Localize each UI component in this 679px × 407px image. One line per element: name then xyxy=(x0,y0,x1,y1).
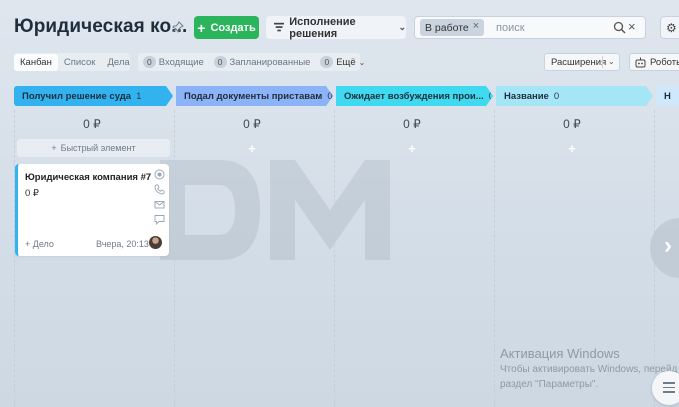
chevron-right-icon: › xyxy=(664,232,672,259)
deal-timestamp: Вчера, 20:13 xyxy=(96,239,149,249)
phone-icon[interactable] xyxy=(154,184,165,195)
stage-title: Н xyxy=(664,90,671,102)
counter-label: Ещё xyxy=(336,56,356,68)
gear-icon: ⚙ xyxy=(666,21,677,35)
top-bar: Юридическая ко... + Создать Исполнение р… xyxy=(0,0,679,52)
card-actions xyxy=(154,169,166,229)
deal-title[interactable]: Юридическая компания #7 xyxy=(25,172,151,183)
extensions-label: Расширения xyxy=(551,56,607,68)
windows-activation-notice: Активация Windows Чтобы активировать Win… xyxy=(500,346,677,391)
column-divider xyxy=(174,110,175,407)
column-divider xyxy=(494,110,495,407)
counter-label: Запланированные xyxy=(229,56,311,68)
search-icon[interactable] xyxy=(613,21,626,34)
avatar[interactable] xyxy=(149,236,162,249)
stage-count: 0 xyxy=(327,90,333,102)
create-button[interactable]: + Создать xyxy=(194,16,259,39)
chat-icon[interactable] xyxy=(154,214,165,225)
add-activity-link[interactable]: + Дело xyxy=(25,239,54,249)
stage-count: 0 xyxy=(553,90,560,102)
activation-line: раздел "Параметры". xyxy=(500,379,599,390)
view-tab-activities[interactable]: Дела xyxy=(101,57,135,68)
activity-counters: 0 Входящие 0 Запланированные 0 Ещё ⌄ xyxy=(138,53,365,71)
stage-sum: 0 ₽ xyxy=(403,117,421,131)
divider xyxy=(602,56,603,68)
column-divider xyxy=(14,110,15,407)
counter-badge: 0 xyxy=(213,56,227,68)
pipeline-select[interactable]: Исполнение решения ⌄ xyxy=(266,15,406,40)
filter-chip[interactable]: В работе × xyxy=(420,19,484,36)
mail-icon[interactable] xyxy=(154,199,165,210)
column-divider xyxy=(334,110,335,407)
chevron-down-icon[interactable]: ⌄ xyxy=(608,57,615,66)
pin-icon[interactable] xyxy=(172,21,184,33)
stage-title: Подал документы приставам xyxy=(184,90,323,102)
counter-badge: 0 xyxy=(143,56,156,68)
stage-title: Ожидает возбуждения прои... xyxy=(344,90,484,102)
funnel-icon xyxy=(274,22,285,32)
view-tab-kanban[interactable]: Канбан xyxy=(14,53,58,71)
stage-title: Название xyxy=(504,90,549,102)
menu-icon xyxy=(663,382,675,396)
stage-title: Получил решение суда xyxy=(22,90,132,102)
stage-header[interactable]: Получил решение суда 1 xyxy=(14,86,173,106)
counter-label: Входящие xyxy=(158,56,204,68)
add-item-button[interactable]: + xyxy=(497,141,647,156)
activation-title: Активация Windows xyxy=(500,346,620,361)
stage-header[interactable]: Н xyxy=(656,86,679,106)
chevron-down-icon: ⌄ xyxy=(358,57,366,67)
chevron-down-icon: ⌄ xyxy=(398,22,406,32)
stage-sum: 0 ₽ xyxy=(243,117,261,131)
view-switcher: Канбан Список Дела xyxy=(14,53,130,71)
search-input[interactable]: поиск xyxy=(496,22,525,34)
robots-button[interactable]: Роботы xyxy=(629,53,679,71)
counter-incoming[interactable]: 0 Входящие xyxy=(138,56,209,68)
pipeline-label: Исполнение решения xyxy=(289,15,356,40)
stage-count: 1 xyxy=(136,90,142,102)
status-icon[interactable] xyxy=(154,169,165,180)
counter-badge: 0 xyxy=(320,56,334,68)
view-tab-list[interactable]: Список xyxy=(58,57,102,68)
extensions-button[interactable]: Расширения ⌄ xyxy=(544,53,620,71)
stage-sum: 0 ₽ xyxy=(563,117,581,131)
add-item-button[interactable]: + xyxy=(337,141,487,156)
counter-more[interactable]: 0 Ещё ⌄ xyxy=(315,56,370,68)
activation-line: Чтобы активировать Windows, перейд xyxy=(500,364,678,375)
add-item-button[interactable]: + xyxy=(177,141,327,156)
stage-sum: 0 ₽ xyxy=(83,117,101,131)
menu-button[interactable] xyxy=(652,371,679,405)
plus-icon: + xyxy=(197,19,206,36)
quick-add-label: Быстрый элемент xyxy=(60,143,136,153)
clear-search-icon[interactable]: × xyxy=(628,20,636,33)
deal-amount: 0 ₽ xyxy=(25,188,39,199)
settings-button[interactable]: ⚙ xyxy=(660,16,679,39)
watermark-logo xyxy=(160,160,390,260)
stage-header[interactable]: Ожидает возбуждения прои... 0 xyxy=(336,86,493,106)
close-icon[interactable]: × xyxy=(473,20,479,32)
robots-label: Роботы xyxy=(650,56,679,68)
deal-card[interactable]: Юридическая компания #7 0 ₽ + Дело Вчера… xyxy=(15,164,169,256)
filter-chip-label: В работе xyxy=(425,21,469,34)
stage-count: 0 xyxy=(488,90,493,102)
create-button-label: Создать xyxy=(210,21,256,34)
search-bar[interactable]: В работе × поиск × xyxy=(414,16,646,39)
plus-icon: + xyxy=(51,143,57,153)
stage-header[interactable]: Название 0 xyxy=(496,86,653,106)
counter-planned[interactable]: 0 Запланированные xyxy=(209,56,316,68)
robot-icon xyxy=(635,57,646,67)
quick-add-button[interactable]: + Быстрый элемент xyxy=(17,139,170,157)
stage-header[interactable]: Подал документы приставам 0 xyxy=(176,86,333,106)
page-title: Юридическая ко... xyxy=(14,16,188,37)
